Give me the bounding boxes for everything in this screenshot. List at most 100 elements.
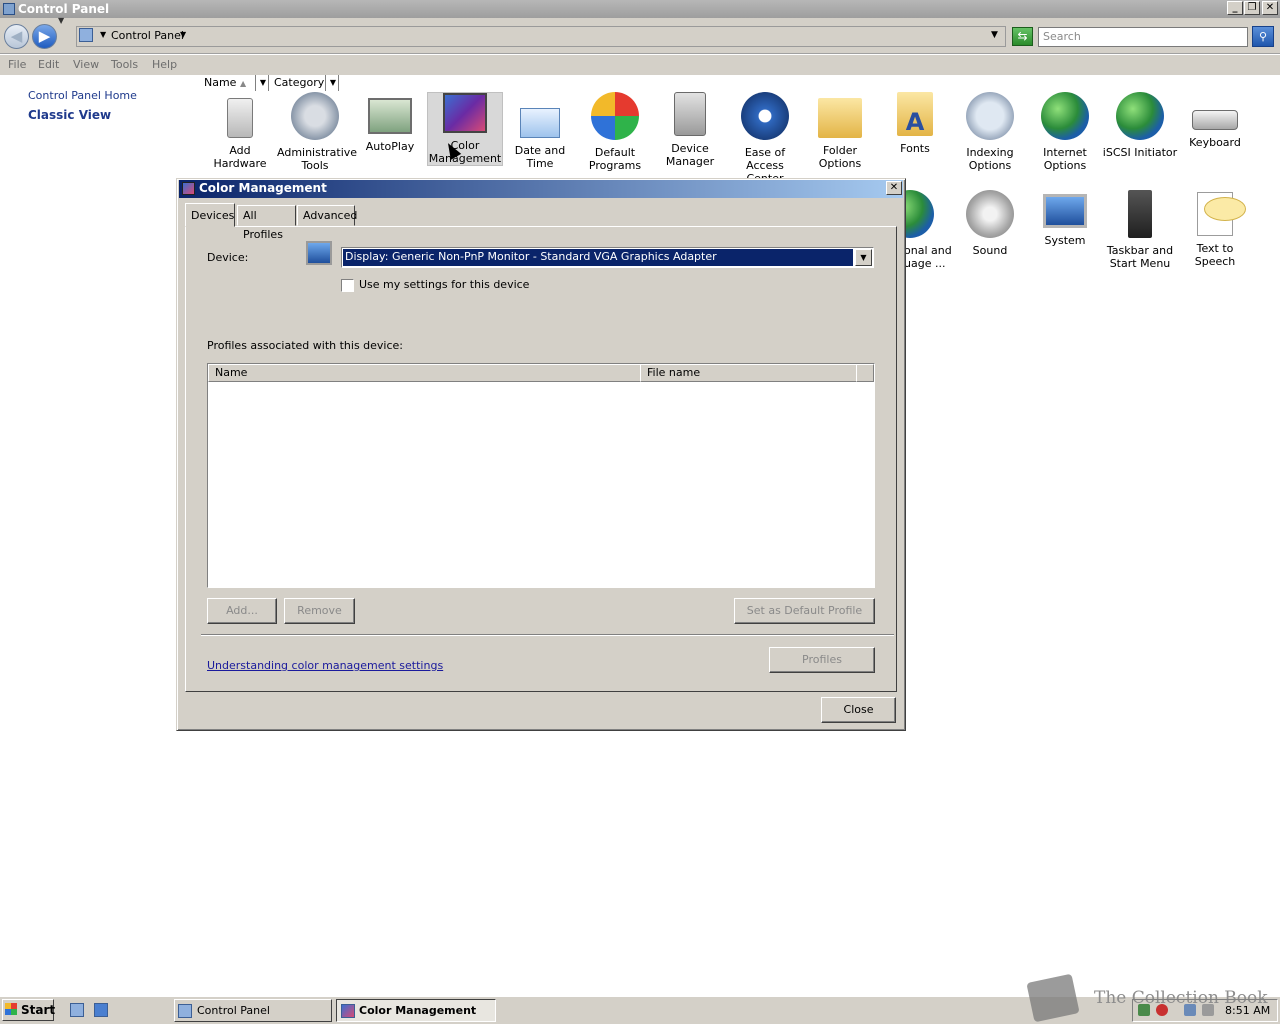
color-management-icon: [443, 93, 487, 133]
control-panel-home-link[interactable]: Control Panel Home: [28, 89, 137, 102]
restore-button[interactable]: ❐: [1244, 1, 1260, 15]
autoplay-icon: [368, 98, 412, 134]
taskbar-control-panel[interactable]: Control Panel: [174, 999, 332, 1022]
window-close-button[interactable]: ✕: [1262, 1, 1278, 15]
item-administrative-tools[interactable]: Administrative Tools: [277, 92, 358, 172]
item-add-hardware[interactable]: Add Hardware: [202, 92, 278, 170]
tab-advanced[interactable]: Advanced: [297, 205, 357, 226]
show-desktop-icon[interactable]: [94, 1003, 108, 1017]
item-fonts[interactable]: A Fonts: [877, 92, 953, 155]
menu-edit[interactable]: Edit: [38, 58, 59, 71]
item-taskbar-start-menu[interactable]: Taskbar and Start Menu: [1102, 190, 1178, 270]
keyboard-icon: [1192, 110, 1238, 130]
set-default-profile-button[interactable]: Set as Default Profile: [734, 598, 875, 624]
address-dropdown-icon[interactable]: ▼: [991, 30, 998, 40]
item-device-manager[interactable]: Device Manager: [652, 92, 728, 168]
dialog-close-button[interactable]: ✕: [886, 181, 902, 195]
category-filter-dropdown[interactable]: ▼: [327, 75, 339, 91]
system-icon: [1043, 194, 1087, 228]
item-iscsi-initiator[interactable]: iSCSI Initiator: [1102, 92, 1178, 159]
menu-bar: File Edit View Tools Help: [0, 55, 1280, 75]
item-internet-options[interactable]: Internet Options: [1027, 92, 1103, 172]
use-my-settings-label[interactable]: Use my settings for this device: [359, 278, 529, 291]
item-label: Administrative Tools: [277, 146, 358, 172]
item-label: Text to Speech: [1194, 242, 1236, 268]
column-header-category[interactable]: Category: [270, 75, 326, 91]
item-ease-of-access[interactable]: Ease of Access Center: [727, 92, 803, 185]
classic-view-link[interactable]: Classic View: [28, 108, 111, 122]
refresh-button[interactable]: ⇆: [1012, 27, 1033, 46]
item-label: Sound: [972, 244, 1008, 257]
back-button[interactable]: ◀: [4, 24, 29, 49]
add-button[interactable]: Add...: [207, 598, 277, 624]
list-header-file-name[interactable]: File name: [640, 364, 857, 382]
profiles-button[interactable]: Profiles: [769, 647, 875, 673]
sort-ascending-icon: ▲: [239, 79, 247, 88]
list-header-name[interactable]: Name: [208, 364, 641, 382]
item-system[interactable]: System: [1027, 190, 1103, 247]
item-indexing-options[interactable]: Indexing Options: [952, 92, 1028, 172]
search-icon[interactable]: ⚲: [1252, 26, 1274, 47]
tab-all-profiles[interactable]: All Profiles: [237, 205, 296, 241]
taskbar-color-management[interactable]: Color Management: [336, 999, 496, 1022]
internet-options-icon: [1041, 92, 1089, 140]
item-label: Color Management: [428, 139, 502, 165]
text-to-speech-icon: [1197, 192, 1246, 236]
item-label: Date and Time: [514, 144, 566, 170]
minimize-button[interactable]: _: [1227, 1, 1243, 15]
profiles-label: Profiles associated with this device:: [207, 339, 404, 352]
profiles-list[interactable]: [207, 363, 875, 588]
item-label: Indexing Options: [966, 146, 1014, 172]
alert-tray-icon[interactable]: [1156, 1004, 1168, 1016]
address-path[interactable]: Control Panel: [111, 29, 184, 42]
device-select-value[interactable]: Display: Generic Non-PnP Monitor - Stand…: [343, 249, 853, 266]
item-default-programs[interactable]: Default Programs: [577, 92, 653, 172]
menu-view[interactable]: View: [73, 58, 99, 71]
menu-file[interactable]: File: [8, 58, 26, 71]
search-input[interactable]: Search: [1038, 27, 1248, 47]
item-label: System: [1044, 234, 1086, 247]
quick-launch-icon[interactable]: [70, 1003, 84, 1017]
indexing-options-icon: [966, 92, 1014, 140]
name-filter-dropdown[interactable]: ▼: [257, 75, 269, 91]
item-label: Keyboard: [1189, 136, 1241, 149]
menu-help[interactable]: Help: [152, 58, 177, 71]
address-chevron[interactable]: ▼: [100, 30, 106, 39]
item-label: Add Hardware: [213, 144, 267, 170]
device-manager-icon: [674, 92, 706, 136]
column-header-name[interactable]: Name ▲: [200, 75, 256, 91]
address-bar[interactable]: [76, 26, 1006, 47]
monitor-icon: [306, 241, 332, 265]
administrative-tools-icon: [291, 92, 339, 140]
item-label: Default Programs: [588, 146, 642, 172]
item-label: Taskbar and Start Menu: [1106, 244, 1174, 270]
item-sound[interactable]: Sound: [952, 190, 1028, 257]
item-folder-options[interactable]: Folder Options: [802, 92, 878, 170]
use-my-settings-checkbox[interactable]: [341, 279, 354, 292]
recent-pages-dropdown[interactable]: ▼: [58, 16, 64, 25]
understanding-color-management-link[interactable]: Understanding color management settings: [207, 659, 443, 672]
menu-tools[interactable]: Tools: [111, 58, 138, 71]
item-label: Folder Options: [818, 144, 862, 170]
tab-devices[interactable]: Devices: [185, 203, 235, 227]
clock[interactable]: 8:51 AM: [1225, 1004, 1270, 1017]
color-management-title-icon: [182, 182, 195, 195]
item-keyboard[interactable]: Keyboard: [1177, 92, 1253, 149]
volume-tray-icon[interactable]: [1202, 1004, 1214, 1016]
forward-button[interactable]: ▶: [32, 24, 57, 49]
close-button[interactable]: Close: [821, 697, 896, 723]
remove-button[interactable]: Remove: [284, 598, 355, 624]
sound-icon: [966, 190, 1014, 238]
device-dropdown-icon[interactable]: ▼: [855, 249, 872, 266]
security-tray-icon[interactable]: [1138, 1004, 1150, 1016]
taskbar-start-menu-icon: [1128, 190, 1152, 238]
item-date-and-time[interactable]: Date and Time: [502, 92, 578, 170]
network-tray-icon[interactable]: [1184, 1004, 1196, 1016]
add-hardware-icon: [227, 98, 253, 138]
item-label: Fonts: [900, 142, 930, 155]
item-color-management[interactable]: Color Management: [427, 92, 503, 166]
item-autoplay[interactable]: AutoPlay: [352, 92, 428, 153]
item-text-to-speech[interactable]: Text to Speech: [1177, 190, 1253, 268]
window-title: Control Panel: [18, 2, 110, 16]
address-path-chevron[interactable]: ▼: [180, 30, 186, 39]
